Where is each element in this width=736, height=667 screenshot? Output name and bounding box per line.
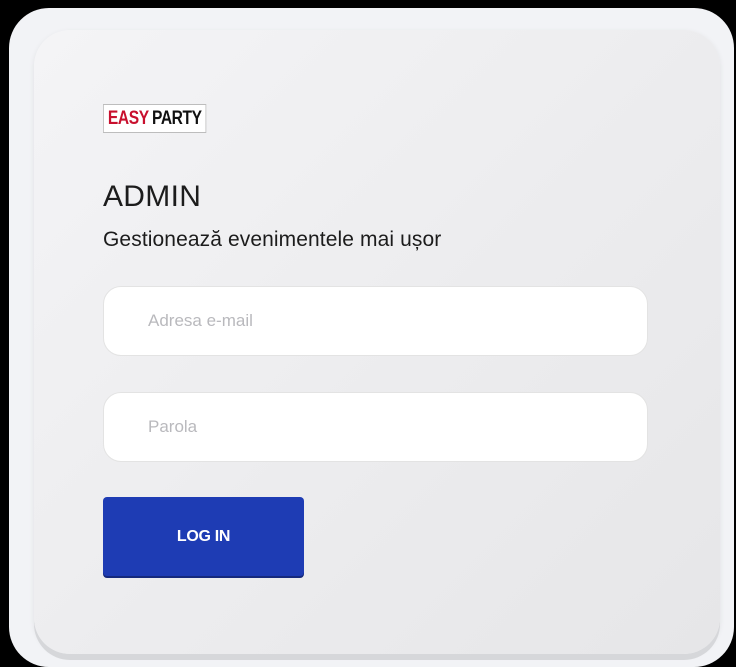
logo-word-easy: EASY xyxy=(107,108,149,129)
login-card: EASY PARTY ADMIN Gestionează evenimentel… xyxy=(34,30,720,654)
easy-party-logo: EASY PARTY xyxy=(103,104,207,133)
password-field[interactable] xyxy=(103,392,648,462)
page-title: ADMIN xyxy=(103,180,202,213)
email-field[interactable] xyxy=(103,286,648,356)
login-button[interactable]: LOG IN xyxy=(103,497,304,576)
logo-word-party: PARTY xyxy=(151,108,202,129)
page-subtitle: Gestionează evenimentele mai ușor xyxy=(103,228,442,251)
